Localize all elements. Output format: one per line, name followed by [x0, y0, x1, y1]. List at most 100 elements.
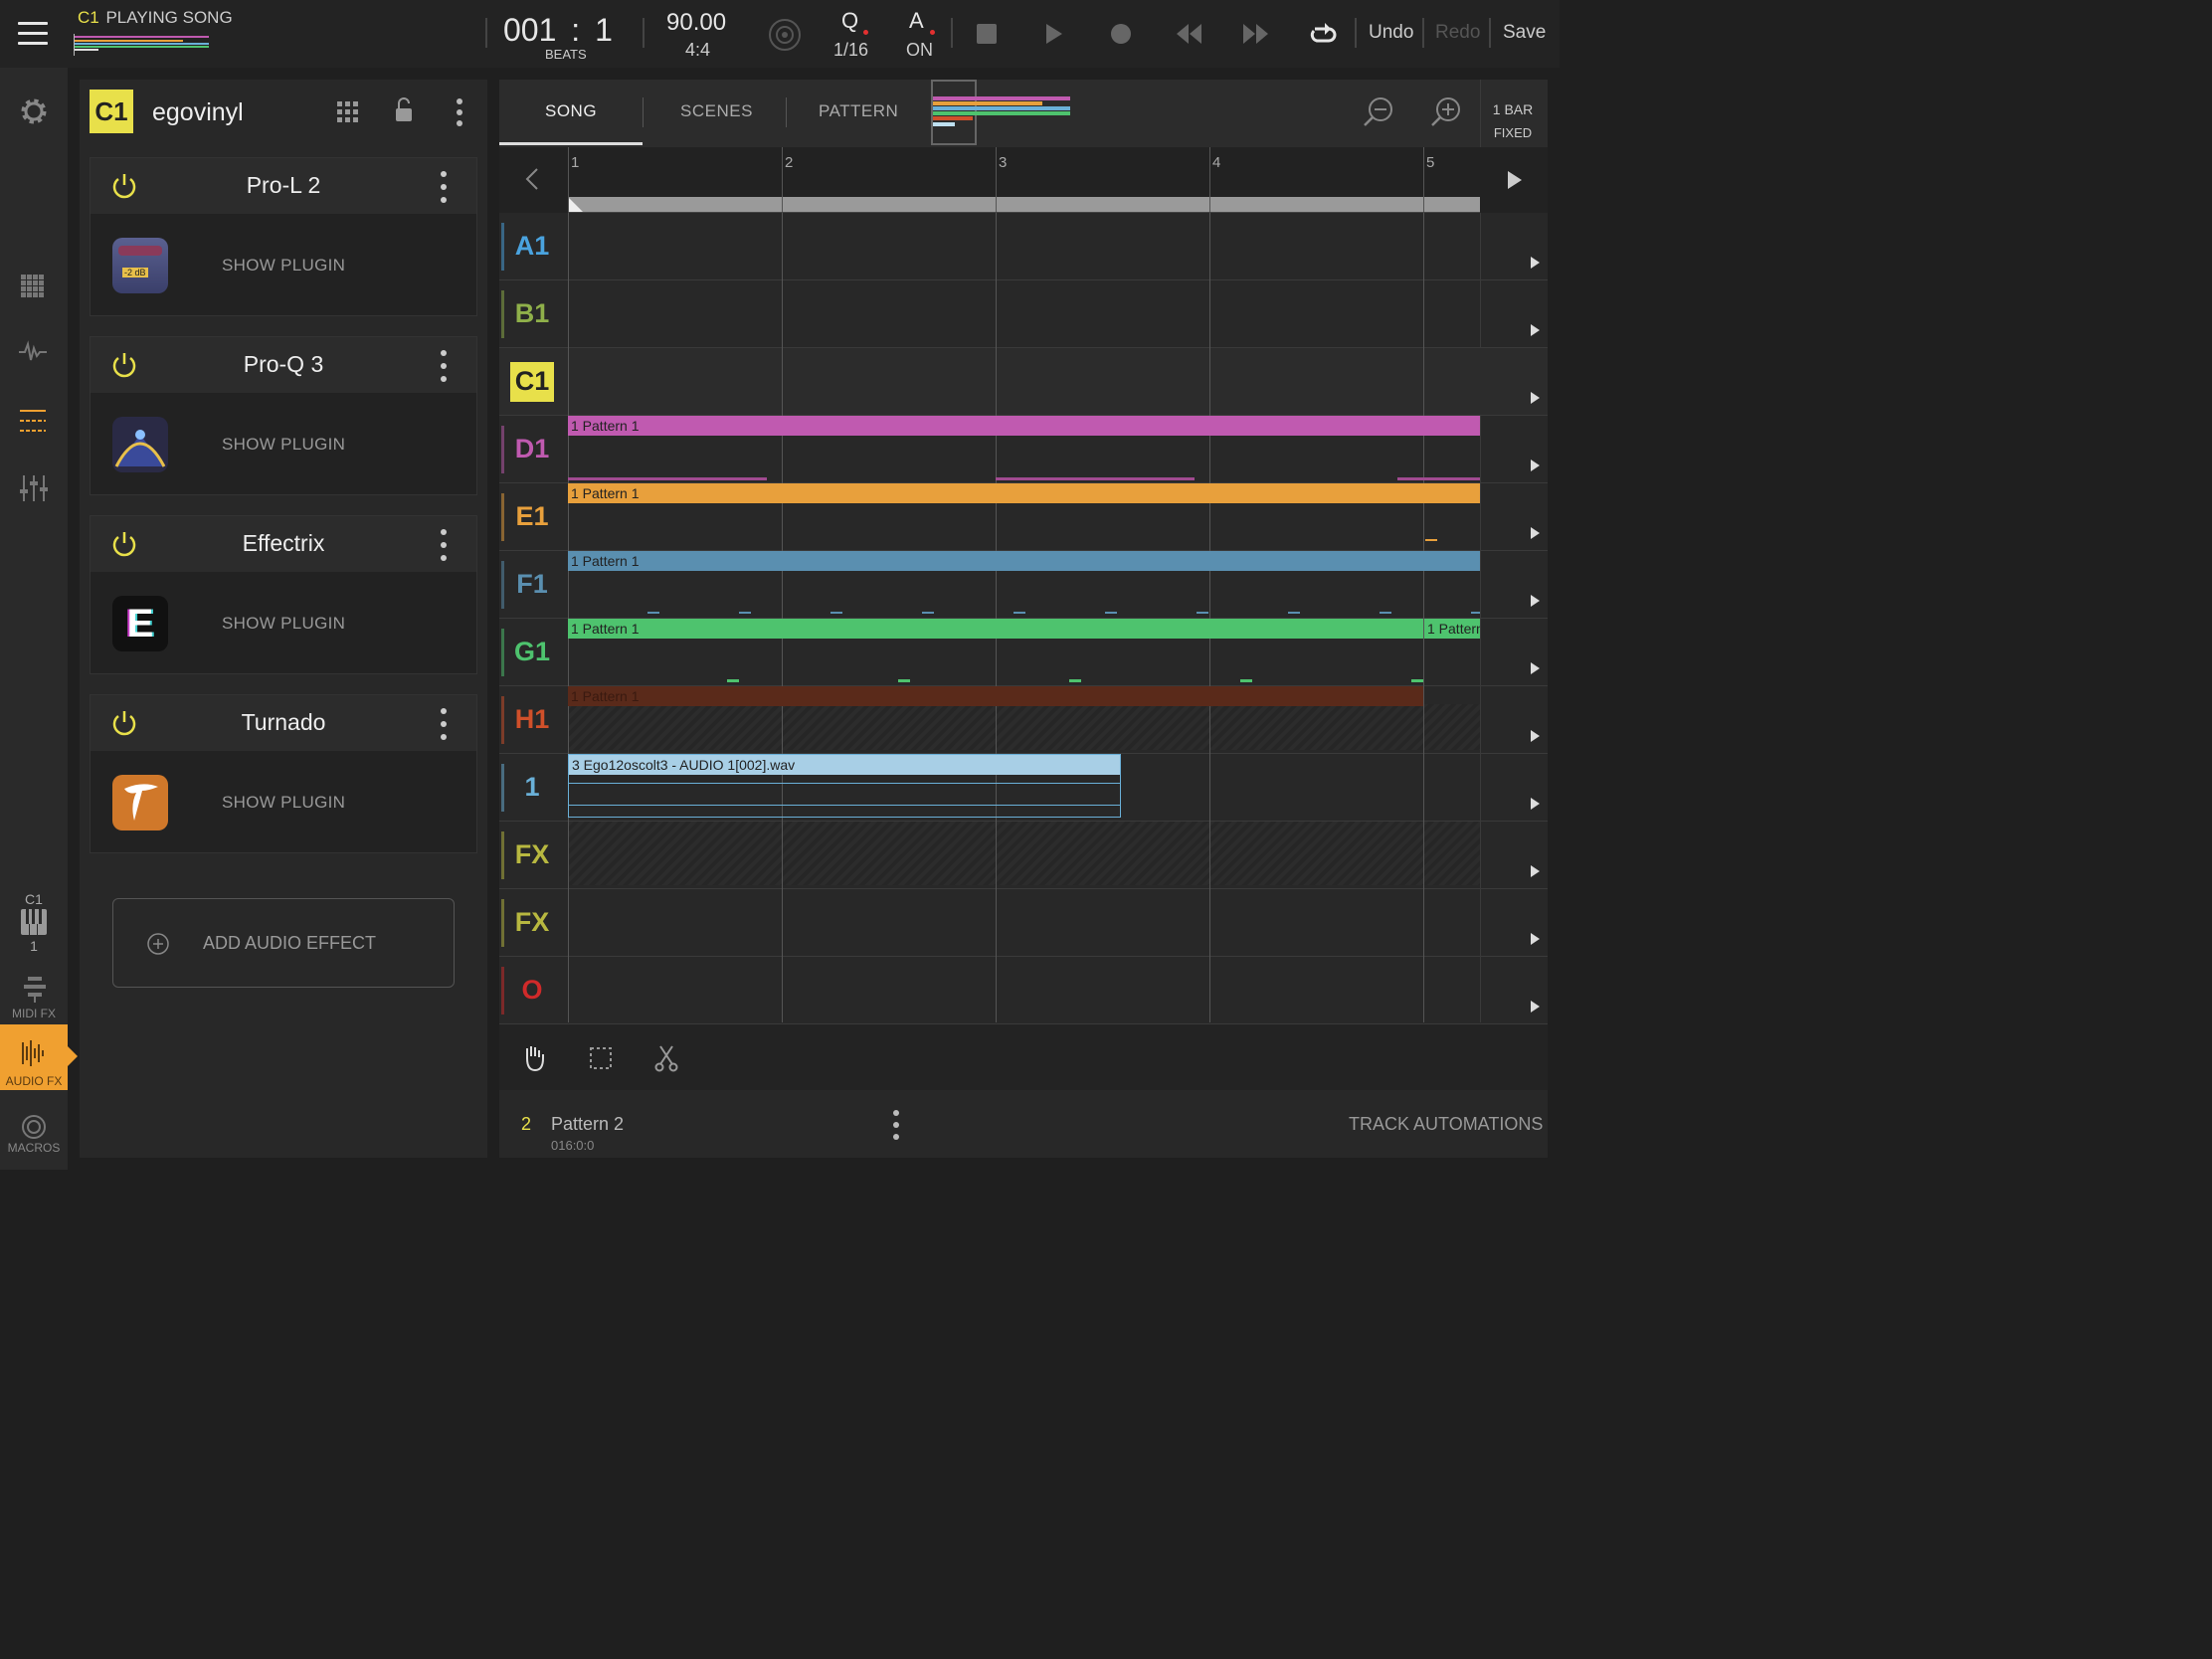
scroll-left-icon[interactable] — [523, 167, 541, 191]
time-signature[interactable]: 4:4 — [685, 40, 710, 61]
track-expand-icon[interactable] — [1531, 460, 1540, 471]
selected-pattern-name[interactable]: Pattern 2 — [551, 1114, 624, 1135]
automation-label[interactable]: A — [909, 8, 924, 34]
track-label[interactable]: O — [499, 975, 565, 1006]
song-overview-map[interactable] — [931, 80, 1074, 145]
overview-mini-map[interactable] — [72, 34, 213, 56]
macros-label[interactable]: MACROS — [0, 1141, 68, 1155]
redo-button[interactable]: Redo — [1435, 22, 1480, 44]
plugin-menu-icon[interactable] — [439, 707, 449, 741]
track-label[interactable]: D1 — [499, 434, 565, 464]
track-expand-icon[interactable] — [1531, 865, 1540, 877]
metronome-icon[interactable] — [768, 18, 802, 52]
rewind-icon[interactable] — [1177, 24, 1202, 44]
track-expand-icon[interactable] — [1531, 730, 1540, 742]
keyboard-icon[interactable] — [21, 909, 47, 935]
track-expand-icon[interactable] — [1531, 933, 1540, 945]
track-expand-icon[interactable] — [1531, 392, 1540, 404]
menu-icon[interactable] — [18, 22, 48, 46]
plugin-name[interactable]: Turnado — [91, 709, 476, 736]
track-label[interactable]: FX — [499, 907, 565, 938]
loop-icon[interactable] — [1309, 21, 1337, 47]
track-label[interactable]: G1 — [499, 637, 565, 667]
track-label[interactable]: B1 — [499, 298, 565, 329]
pattern-clip[interactable]: 1 Pattern 1 — [568, 416, 1480, 436]
track-label[interactable]: A1 — [499, 231, 565, 262]
track-automations-button[interactable]: TRACK AUTOMATIONS — [1349, 1114, 1543, 1135]
playhead-marker[interactable] — [568, 197, 584, 213]
settings-gear-icon[interactable] — [18, 95, 50, 127]
quantize-value[interactable]: 1/16 — [833, 40, 868, 61]
plugin-name[interactable]: Pro-L 2 — [91, 172, 476, 199]
play-icon[interactable] — [1044, 22, 1064, 46]
scroll-right-icon[interactable] — [1506, 169, 1524, 191]
grid-view-icon[interactable] — [337, 101, 359, 123]
mixer-icon[interactable] — [20, 475, 48, 501]
show-plugin-button[interactable]: SHOW PLUGIN — [222, 256, 345, 276]
more-options-icon[interactable] — [455, 97, 464, 127]
scissors-icon[interactable] — [654, 1044, 678, 1072]
plugin-name[interactable]: Pro-Q 3 — [91, 351, 476, 378]
pattern-clip[interactable]: 1 Pattern 1 — [568, 619, 1423, 639]
track-label[interactable]: H1 — [499, 704, 565, 735]
grid-pads-icon[interactable] — [21, 275, 45, 298]
bar-mode-label[interactable]: FIXED — [1482, 125, 1544, 140]
track-expand-icon[interactable] — [1531, 1001, 1540, 1013]
pattern-clip[interactable]: 1 Pattern 1 — [568, 483, 1480, 503]
pattern-clip[interactable]: 1 Pattern 1 — [568, 551, 1480, 571]
track-label[interactable]: FX — [499, 839, 565, 870]
record-icon[interactable] — [1111, 24, 1131, 44]
track-expand-icon[interactable] — [1531, 595, 1540, 607]
track-row-a1[interactable]: A1 — [499, 213, 1548, 280]
keyboard-track-label: C1 — [25, 891, 43, 907]
fast-forward-icon[interactable] — [1243, 24, 1269, 44]
midi-fx-label[interactable]: MIDI FX — [0, 1007, 68, 1020]
stop-icon[interactable] — [977, 24, 997, 44]
arrangement-icon[interactable] — [20, 408, 48, 434]
plugin-menu-icon[interactable] — [439, 528, 449, 562]
unlock-icon[interactable] — [395, 97, 413, 123]
midi-fx-icon[interactable] — [24, 977, 46, 1003]
track-row-c1[interactable]: C1 — [499, 348, 1548, 416]
tab-song[interactable]: SONG — [545, 101, 597, 121]
track-expand-icon[interactable] — [1531, 662, 1540, 674]
automation-value[interactable]: ON — [906, 40, 933, 61]
track-row-fx-2[interactable]: FX — [499, 889, 1548, 957]
zoom-in-icon[interactable] — [1430, 95, 1462, 127]
macros-knob-icon[interactable] — [20, 1114, 48, 1140]
audio-clip[interactable]: 3 Ego12oscolt3 - AUDIO 1[002].wav — [568, 754, 1121, 818]
track-row-b1[interactable]: B1 — [499, 280, 1548, 348]
track-label[interactable]: E1 — [499, 501, 565, 532]
hand-tool-icon[interactable] — [521, 1044, 547, 1072]
show-plugin-button[interactable]: SHOW PLUGIN — [222, 614, 345, 634]
pattern-menu-icon[interactable] — [891, 1109, 901, 1141]
quantize-label[interactable]: Q — [841, 8, 858, 34]
plugin-menu-icon[interactable] — [439, 170, 449, 204]
tempo-display[interactable]: 90.00 — [666, 9, 726, 37]
save-button[interactable]: Save — [1503, 22, 1546, 44]
track-expand-icon[interactable] — [1531, 257, 1540, 269]
plugin-menu-icon[interactable] — [439, 349, 449, 383]
select-tool-icon[interactable] — [589, 1046, 613, 1070]
waveform-icon[interactable] — [19, 340, 49, 364]
tab-pattern[interactable]: PATTERN — [819, 101, 898, 121]
track-expand-icon[interactable] — [1531, 527, 1540, 539]
pattern-clip[interactable]: 1 Pattern 1 — [568, 686, 1423, 706]
track-expand-icon[interactable] — [1531, 324, 1540, 336]
zoom-out-icon[interactable] — [1363, 95, 1394, 127]
plugin-name[interactable]: Effectrix — [91, 530, 476, 557]
loop-range-bar[interactable] — [568, 197, 1480, 213]
track-row-output[interactable]: O — [499, 957, 1548, 1024]
show-plugin-button[interactable]: SHOW PLUGIN — [222, 793, 345, 813]
bar-mode-value[interactable]: 1 BAR — [1482, 101, 1544, 117]
track-expand-icon[interactable] — [1531, 798, 1540, 810]
undo-button[interactable]: Undo — [1369, 22, 1413, 44]
track-label[interactable]: 1 — [499, 772, 565, 803]
track-label[interactable]: F1 — [499, 569, 565, 600]
tab-scenes[interactable]: SCENES — [680, 101, 753, 121]
track-label[interactable]: C1 — [499, 366, 565, 397]
track-name[interactable]: egovinyl — [152, 98, 244, 127]
pattern-clip[interactable]: 1 Pattern 1 — [1424, 619, 1480, 639]
add-audio-effect-button[interactable]: ADD AUDIO EFFECT — [112, 898, 455, 988]
show-plugin-button[interactable]: SHOW PLUGIN — [222, 435, 345, 455]
